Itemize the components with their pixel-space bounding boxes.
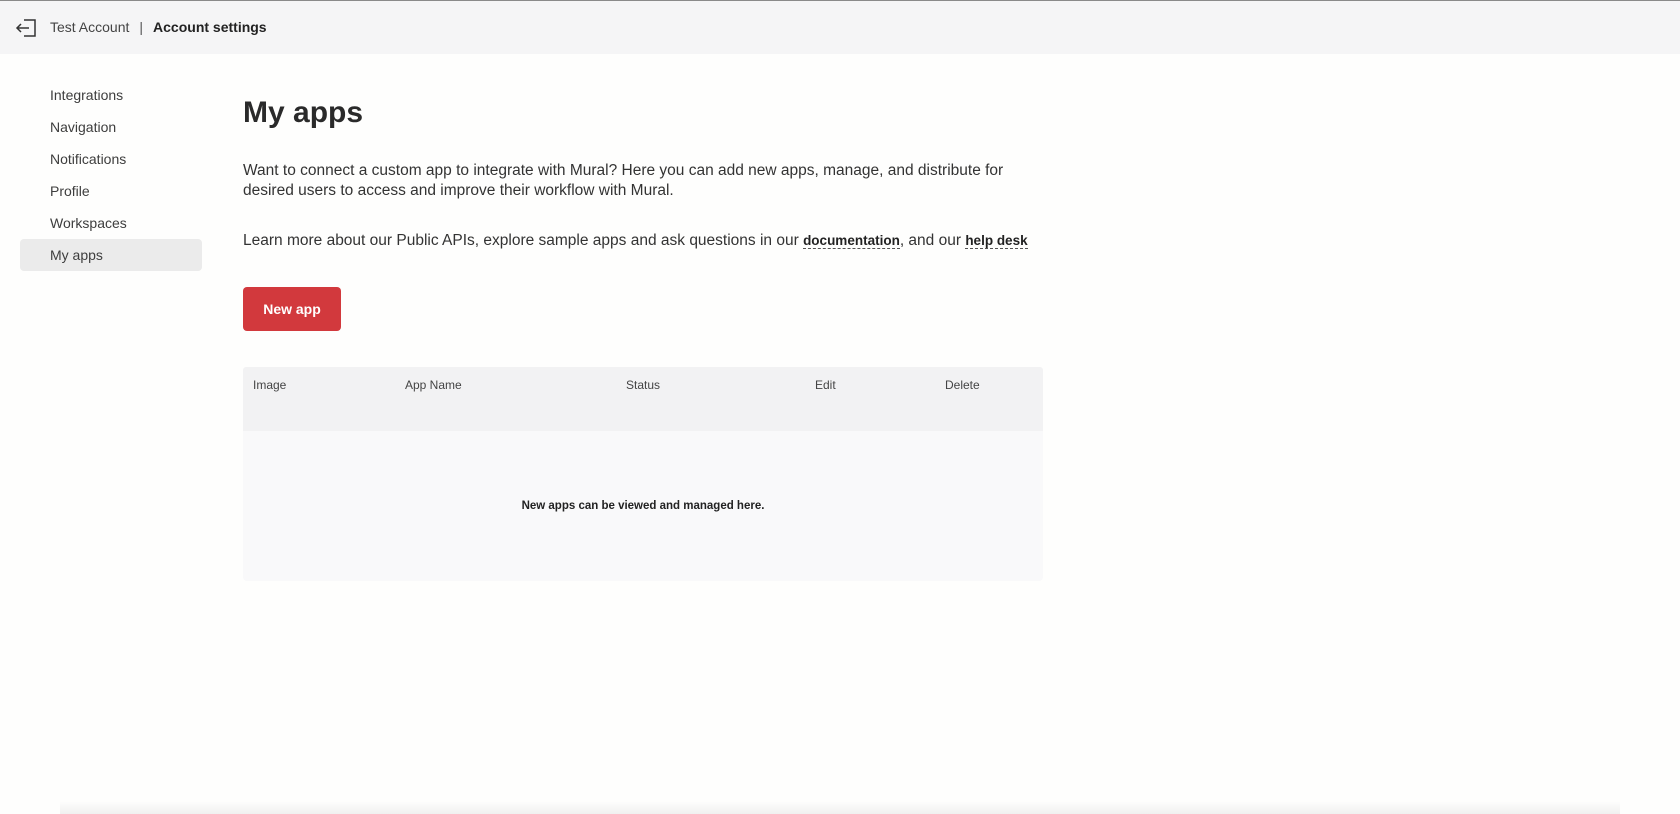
- table-header: Image App Name Status Edit Delete: [243, 367, 1043, 431]
- breadcrumb-separator: |: [139, 19, 144, 35]
- empty-state-message: New apps can be viewed and managed here.: [521, 500, 765, 512]
- column-header-status: Status: [626, 378, 661, 392]
- apps-table: Image App Name Status Edit Delete New ap…: [243, 367, 1043, 581]
- page-title: My apps: [243, 96, 364, 129]
- learn-more-text: Learn more about our Public APIs, explor…: [243, 231, 1043, 251]
- sidebar-item-my-apps[interactable]: My apps: [20, 239, 202, 271]
- sidebar-item-workspaces[interactable]: Workspaces: [20, 207, 202, 239]
- breadcrumb-current-page: Account settings: [153, 19, 267, 35]
- top-bar: Test Account | Account settings: [0, 1, 1680, 54]
- new-app-button[interactable]: New app: [243, 287, 341, 331]
- table-empty-state: New apps can be viewed and managed here.: [243, 431, 1043, 581]
- main-content: My apps Want to connect a custom app to …: [243, 91, 1043, 581]
- column-header-delete: Delete: [945, 378, 980, 392]
- help-desk-link[interactable]: help desk: [965, 233, 1028, 249]
- column-header-app-name: App Name: [405, 378, 462, 392]
- settings-sidebar: Integrations Navigation Notifications Pr…: [20, 79, 202, 271]
- breadcrumb: Test Account | Account settings: [50, 19, 267, 35]
- app-window: Test Account | Account settings Integrat…: [0, 0, 1680, 814]
- learn-more-prefix: Learn more about our Public APIs, explor…: [243, 232, 804, 249]
- sidebar-item-navigation[interactable]: Navigation: [20, 111, 202, 143]
- sidebar-item-integrations[interactable]: Integrations: [20, 79, 202, 111]
- column-header-edit: Edit: [815, 378, 836, 392]
- bottom-edge-shadow: [60, 801, 1620, 814]
- sidebar-item-notifications[interactable]: Notifications: [20, 143, 202, 175]
- learn-more-middle: , and our: [899, 232, 966, 249]
- exit-arrow-icon[interactable]: [14, 17, 38, 39]
- sidebar-item-profile[interactable]: Profile: [20, 175, 202, 207]
- column-header-image: Image: [253, 378, 287, 392]
- documentation-link[interactable]: documentation: [803, 233, 900, 249]
- breadcrumb-account[interactable]: Test Account: [50, 19, 129, 35]
- intro-text: Want to connect a custom app to integrat…: [243, 162, 1004, 199]
